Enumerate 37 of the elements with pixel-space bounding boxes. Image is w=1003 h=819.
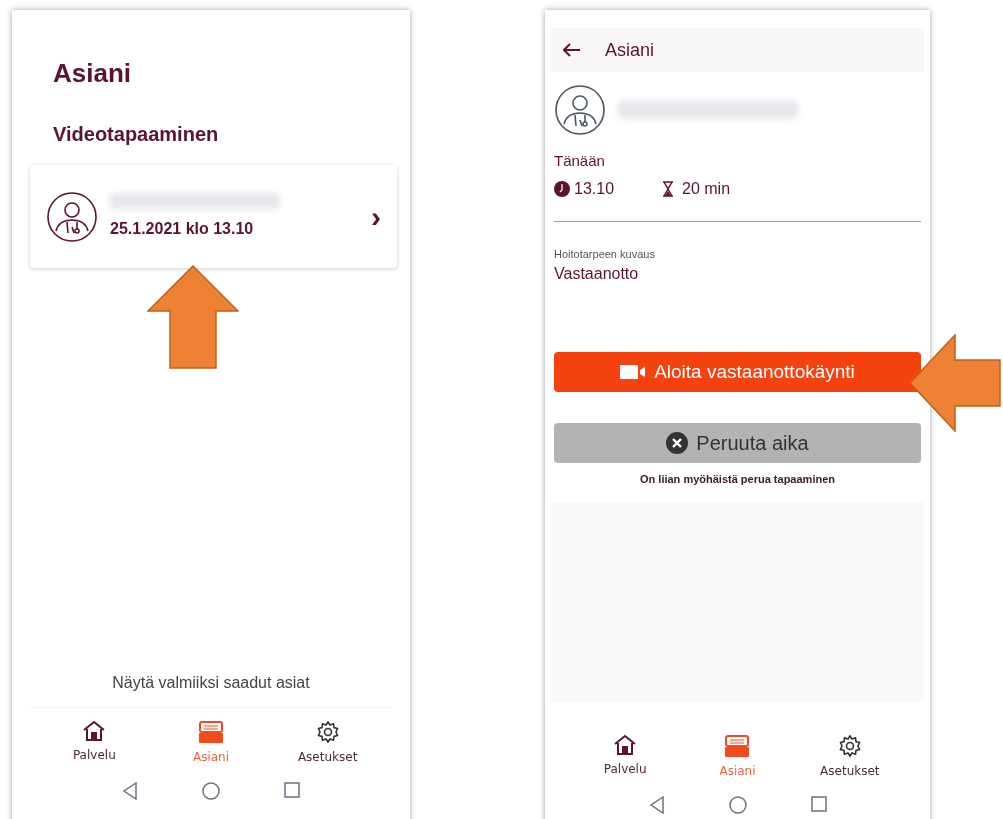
back-arrow-icon[interactable] — [563, 43, 581, 57]
day-label: Tänään — [554, 151, 606, 171]
recents-nav-icon[interactable] — [284, 782, 300, 798]
settings-icon — [837, 734, 862, 758]
doctor-avatar-icon — [46, 190, 98, 243]
settings-icon — [315, 720, 340, 744]
drawer-icon — [198, 720, 224, 744]
appointment-time: 13.10 — [574, 178, 615, 199]
header-title: Asiani — [605, 38, 655, 62]
nav-tab[interactable]: Asetukset — [279, 720, 376, 766]
chevron-icon: › — [371, 201, 381, 232]
home-icon — [613, 734, 638, 756]
nav-tab[interactable]: Palvelu — [46, 720, 143, 766]
page-title: Asiani — [53, 57, 132, 90]
doctor-avatar-icon — [554, 84, 606, 136]
home-nav-icon[interactable] — [202, 782, 220, 800]
back-nav-icon[interactable] — [122, 782, 138, 800]
drawer-icon — [724, 734, 751, 758]
hourglass-icon — [662, 180, 675, 197]
nav-tab[interactable]: Asetukset — [801, 734, 898, 780]
home-icon — [82, 720, 107, 742]
cancel-note: On liian myöhäistä perua tapaaminen — [639, 472, 836, 487]
start-visit-button[interactable]: Aloita vastaanottokäynti — [554, 352, 921, 392]
video-camera-icon — [620, 364, 647, 380]
close-icon — [666, 432, 689, 454]
nav-tab[interactable]: Palvelu — [577, 734, 674, 780]
home-nav-icon[interactable] — [728, 796, 747, 814]
section-heading: Videotapaaminen — [53, 122, 219, 147]
duration: 20 min — [682, 178, 731, 199]
show-completed-link[interactable]: Näytä valmiiksi saadut asiat — [12, 671, 410, 707]
clock-icon — [554, 180, 570, 197]
appointment-card[interactable]: 25.1.2021 klo 13.10 › — [30, 165, 397, 268]
description-value: Vastaanotto — [554, 264, 640, 284]
recents-nav-icon[interactable] — [810, 796, 827, 812]
appointment-datetime: 25.1.2021 klo 13.10 — [110, 218, 255, 239]
back-nav-icon[interactable] — [648, 796, 665, 814]
description-label: Hoitotarpeen kuvaus — [554, 246, 656, 262]
